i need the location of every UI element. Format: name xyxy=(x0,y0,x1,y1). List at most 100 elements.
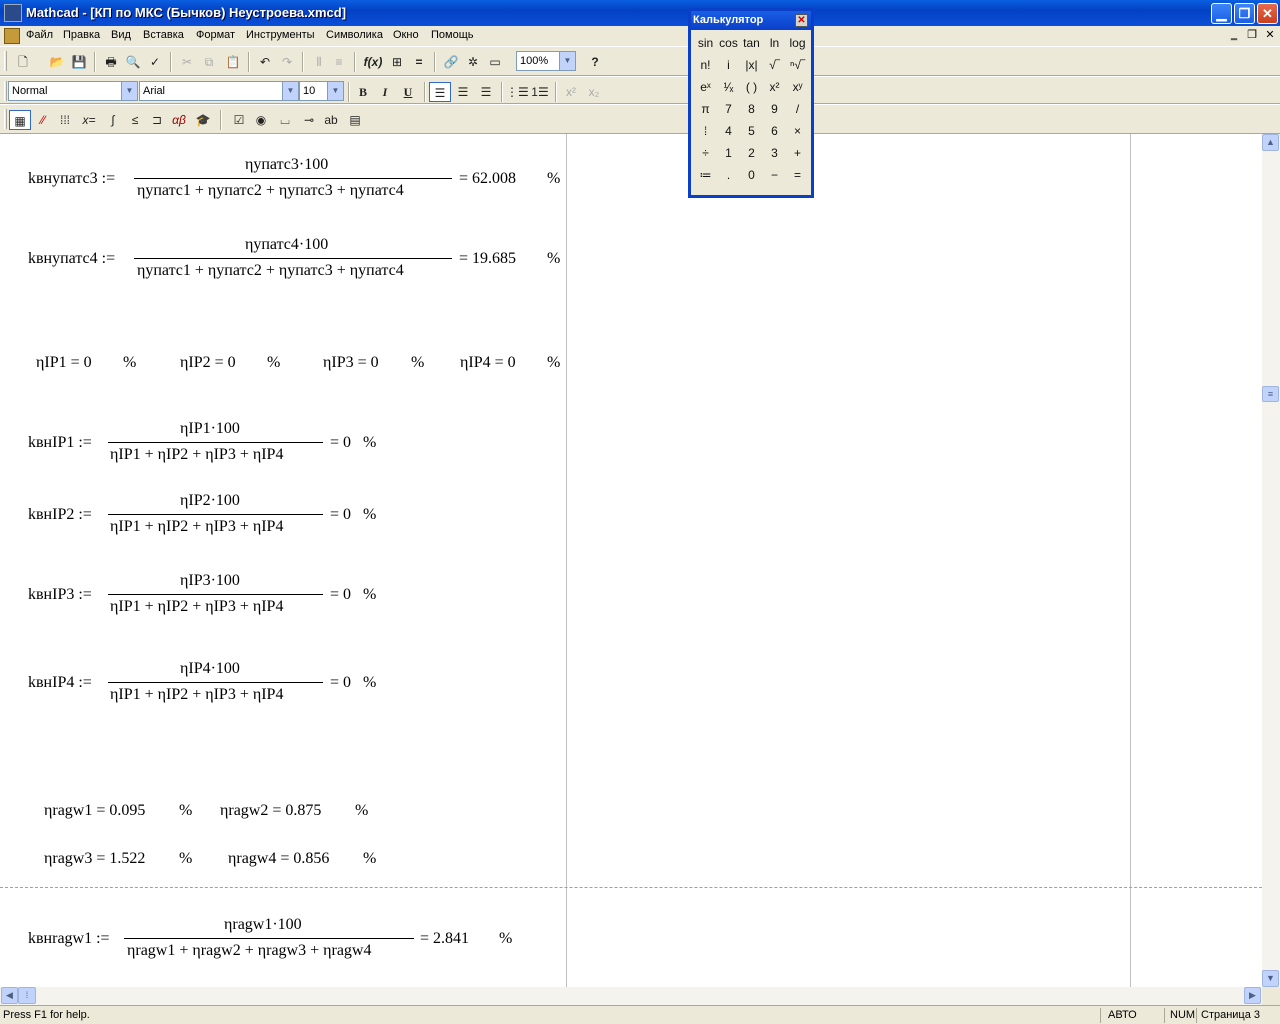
k3-lhs[interactable]: kвнупатс3 := xyxy=(28,170,115,188)
kip4-lhs[interactable]: kвнIP4 := xyxy=(28,674,92,692)
calc-key[interactable]: ⁞ xyxy=(694,121,717,141)
toolbar-grip[interactable] xyxy=(4,81,7,101)
document-icon[interactable] xyxy=(4,28,20,44)
chevron-down-icon[interactable]: ▼ xyxy=(121,82,137,100)
k4-result[interactable]: = 19.685 xyxy=(459,250,516,268)
print-preview-icon[interactable]: 🔍 xyxy=(122,52,144,72)
k4-numerator[interactable]: ηупатс4·100 xyxy=(245,236,328,254)
calc-key[interactable]: sin xyxy=(694,33,717,53)
calc-key[interactable]: ÷ xyxy=(694,143,717,163)
calc-key[interactable]: = xyxy=(786,165,809,185)
kip1-result[interactable]: = 0 xyxy=(330,434,351,452)
calc-key[interactable]: 9 xyxy=(763,99,786,119)
slider-control-icon[interactable]: ⊸ xyxy=(298,110,320,130)
toolbar-grip[interactable] xyxy=(4,109,7,129)
scroll-right-button[interactable]: ▶ xyxy=(1244,987,1261,1004)
radio-control-icon[interactable]: ◉ xyxy=(250,110,272,130)
save-icon[interactable]: 💾 xyxy=(68,52,90,72)
calc-key[interactable]: / xyxy=(786,99,809,119)
k4-denominator[interactable]: ηупатс1 + ηупатс2 + ηупатс3 + ηупатс4 xyxy=(137,262,404,280)
calc-key[interactable]: 8 xyxy=(740,99,763,119)
align-right-icon[interactable]: ☰ xyxy=(475,82,497,102)
kragw1-numerator[interactable]: ηragw1·100 xyxy=(224,916,302,934)
menu-file[interactable]: Файл xyxy=(26,29,53,41)
kip2-denominator[interactable]: ηIP1 + ηIP2 + ηIP3 + ηIP4 xyxy=(110,518,283,536)
k4-lhs[interactable]: kвнупатс4 := xyxy=(28,250,115,268)
menu-insert[interactable]: Вставка xyxy=(143,29,184,41)
insert-function-icon[interactable]: f(x) xyxy=(362,52,384,72)
maximize-button[interactable]: ❐ xyxy=(1234,3,1255,24)
vertical-scrollbar[interactable]: ▲ ≡ ▼ xyxy=(1262,134,1280,987)
calc-key[interactable]: ¹⁄ₓ xyxy=(717,77,740,97)
calc-key[interactable]: x² xyxy=(763,77,786,97)
calc-key[interactable]: + xyxy=(786,143,809,163)
calculator-icon[interactable]: ▦ xyxy=(9,110,31,130)
kip4-denominator[interactable]: ηIP1 + ηIP2 + ηIP3 + ηIP4 xyxy=(110,686,283,704)
menu-edit[interactable]: Правка xyxy=(63,29,100,41)
scroll-up-button[interactable]: ▲ xyxy=(1262,134,1279,151)
horizontal-scroll-thumb[interactable]: ⁞ xyxy=(18,987,36,1004)
kragw1-denominator[interactable]: ηragw1 + ηragw2 + ηragw3 + ηragw4 xyxy=(127,942,371,960)
ip3-value[interactable]: ηIP3 = 0 xyxy=(323,354,379,372)
kip3-denominator[interactable]: ηIP1 + ηIP2 + ηIP3 + ηIP4 xyxy=(110,598,283,616)
kip3-result[interactable]: = 0 xyxy=(330,586,351,604)
scroll-thumb[interactable]: ≡ xyxy=(1262,386,1279,402)
calc-key[interactable]: 1 xyxy=(717,143,740,163)
align-center-icon[interactable]: ☰ xyxy=(452,82,474,102)
help-icon[interactable]: ? xyxy=(584,52,606,72)
calculator-close-button[interactable]: ✕ xyxy=(795,14,808,27)
align-vertical-icon[interactable]: ≡ xyxy=(328,52,350,72)
bullets-icon[interactable]: ⋮☰ xyxy=(506,82,529,102)
italic-button[interactable]: I xyxy=(374,82,396,102)
k3-denominator[interactable]: ηупатс1 + ηупатс2 + ηупатс3 + ηупатс4 xyxy=(137,182,404,200)
ragw1-value[interactable]: ηragw1 = 0.095 xyxy=(44,802,145,820)
calc-key[interactable]: |x| xyxy=(740,55,763,75)
print-icon[interactable]: 🖶 xyxy=(100,52,122,72)
calculate-icon[interactable]: = xyxy=(408,52,430,72)
calc-key[interactable]: 0 xyxy=(740,165,763,185)
calc-key[interactable]: log xyxy=(786,33,809,53)
font-size-select[interactable]: 10 ▼ xyxy=(299,81,344,101)
kip4-numerator[interactable]: ηIP4·100 xyxy=(180,660,240,678)
calc-key[interactable]: eˣ xyxy=(694,77,717,97)
textbox-control-icon[interactable]: ab xyxy=(320,110,342,130)
chevron-down-icon[interactable]: ▼ xyxy=(559,52,575,70)
boolean-icon[interactable]: ≤ xyxy=(124,110,146,130)
k3-numerator[interactable]: ηупатс3·100 xyxy=(245,156,328,174)
matrix-icon[interactable]: ⁞⁞⁞ xyxy=(54,110,76,130)
status-calc-mode[interactable]: АВТО xyxy=(1108,1009,1137,1021)
kip2-result[interactable]: = 0 xyxy=(330,506,351,524)
calc-key[interactable]: 7 xyxy=(717,99,740,119)
zoom-select[interactable]: 100% ▼ xyxy=(516,51,576,71)
superscript-button[interactable]: x² xyxy=(560,82,582,102)
paste-icon[interactable]: 📋 xyxy=(222,52,244,72)
graph-icon[interactable]: ⁄∕ xyxy=(32,110,54,130)
calculator-title[interactable]: Калькулятор xyxy=(691,11,811,30)
kragw1-lhs[interactable]: kвнragw1 := xyxy=(28,930,110,948)
calc-key[interactable]: √‾ xyxy=(763,55,786,75)
calc-key[interactable]: xʸ xyxy=(786,77,809,97)
calc-key[interactable]: 3 xyxy=(763,143,786,163)
calc-key[interactable]: tan xyxy=(740,33,763,53)
undo-icon[interactable]: ↶ xyxy=(254,52,276,72)
calc-key[interactable]: π xyxy=(694,99,717,119)
resources-icon[interactable]: ▭ xyxy=(484,52,506,72)
redo-icon[interactable]: ↷ xyxy=(276,52,298,72)
evaluation-icon[interactable]: x= xyxy=(78,110,100,130)
calc-key[interactable]: . xyxy=(717,165,740,185)
programming-icon[interactable]: ⊐ xyxy=(146,110,168,130)
k3-result[interactable]: = 62.008 xyxy=(459,170,516,188)
insert-unit-icon[interactable]: ⊞ xyxy=(386,52,408,72)
ragw3-value[interactable]: ηragw3 = 1.522 xyxy=(44,850,145,868)
doc-restore-button[interactable]: ❐ xyxy=(1244,28,1260,42)
scroll-down-button[interactable]: ▼ xyxy=(1262,970,1279,987)
worksheet-canvas[interactable]: kвнупатс3 := ηупатс3·100 ηупатс1 + ηупат… xyxy=(0,134,1262,987)
calc-key[interactable]: − xyxy=(763,165,786,185)
calc-key[interactable]: ( ) xyxy=(740,77,763,97)
greek-icon[interactable]: αβ xyxy=(168,110,190,130)
doc-close-button[interactable]: ✕ xyxy=(1262,28,1278,42)
kip4-result[interactable]: = 0 xyxy=(330,674,351,692)
insert-hyperlink-icon[interactable]: 🔗 xyxy=(440,52,462,72)
checkbox-control-icon[interactable]: ☑ xyxy=(228,110,250,130)
symbolic-icon[interactable]: 🎓 xyxy=(192,110,214,130)
